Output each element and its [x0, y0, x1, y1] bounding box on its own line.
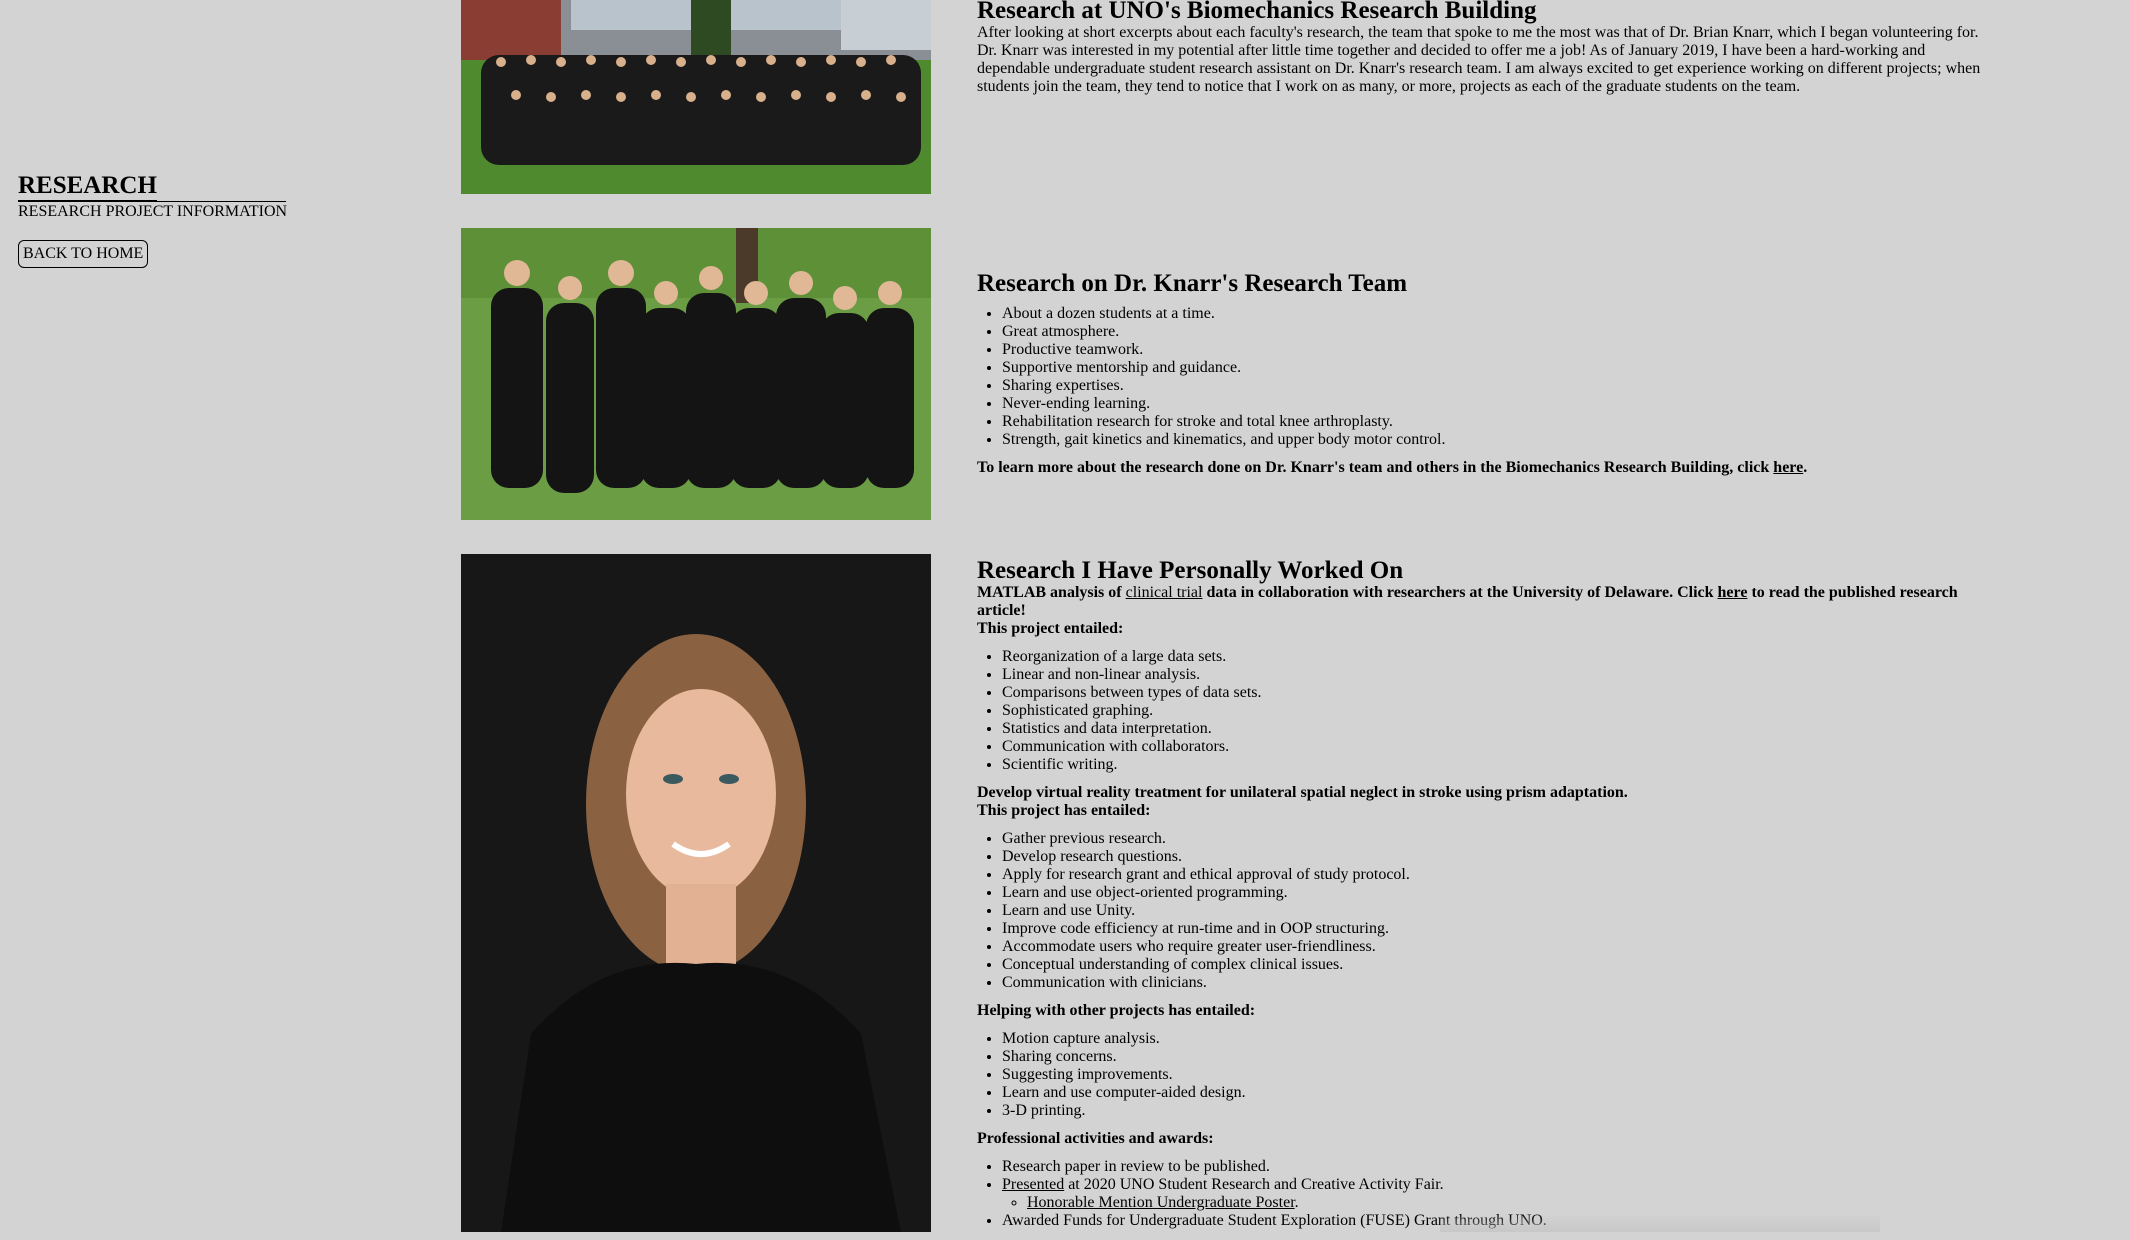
section-heading: Research at UNO's Biomechanics Research …	[977, 0, 1537, 24]
section-personal-research: Research I Have Personally Worked On MAT…	[977, 558, 1989, 1240]
list-item: Sophisticated graphing.	[1002, 702, 1989, 720]
list-item: Comparisons between types of data sets.	[1002, 684, 1989, 702]
list-item: Suggesting improvements.	[1002, 1066, 1989, 1084]
entailed-label: This project entailed:	[977, 620, 1124, 637]
honorable-mention-suffix: .	[1294, 1194, 1299, 1211]
list-item: Develop research questions.	[1002, 848, 1989, 866]
list-item: Gather previous research.	[1002, 830, 1989, 848]
entailed-label: This project has entailed:	[977, 802, 1151, 819]
list-item: Learn and use Unity.	[1002, 902, 1989, 920]
matlab-prefix: MATLAB analysis of	[977, 584, 1126, 601]
list-item: Honorable Mention Undergraduate Poster.	[1027, 1194, 1989, 1212]
list-item: Reorganization of a large data sets.	[1002, 648, 1989, 666]
list-item: Never-ending learning.	[1002, 395, 1989, 413]
page-subtitle: RESEARCH PROJECT INFORMATION	[18, 203, 288, 220]
presented-suffix: at 2020 UNO Student Research and Creativ…	[1064, 1176, 1444, 1193]
honorable-mention-link[interactable]: Honorable Mention Undergraduate Poster	[1027, 1194, 1295, 1211]
list-item: Learn and use object-oriented programmin…	[1002, 884, 1989, 902]
learn-more-text: To learn more about the research done on…	[977, 459, 1989, 477]
group-photo-building-icon	[461, 0, 931, 194]
list-item: Improve code efficiency at run-time and …	[1002, 920, 1989, 938]
list-item: About a dozen students at a time.	[1002, 305, 1989, 323]
page-title: RESEARCH	[18, 172, 157, 201]
learn-more-prefix: To learn more about the research done on…	[977, 459, 1774, 476]
list-item: Research paper in review to be published…	[1002, 1158, 1989, 1176]
list-item: Presented at 2020 UNO Student Research a…	[1002, 1176, 1989, 1212]
team-photo	[461, 228, 931, 520]
other-task-list: Motion capture analysis. Sharing concern…	[977, 1030, 1989, 1120]
team-feature-list: About a dozen students at a time. Great …	[977, 305, 1989, 449]
matlab-middle: data in collaboration with researchers a…	[1202, 584, 1718, 601]
list-item: Motion capture analysis.	[1002, 1030, 1989, 1048]
clinical-trial-link[interactable]: clinical trial	[1126, 584, 1203, 601]
back-to-home-button[interactable]: BACK TO HOME	[18, 240, 149, 268]
section-uno-biomechanics: Research at UNO's Biomechanics Research …	[977, 0, 1989, 96]
list-item: Conceptual understanding of complex clin…	[1002, 956, 1989, 974]
presented-link[interactable]: Presented	[1002, 1176, 1064, 1193]
matlab-project-text: MATLAB analysis of clinical trial data i…	[977, 584, 1989, 620]
scroll-fade	[1440, 1214, 1880, 1232]
list-item: Communication with clinicians.	[1002, 974, 1989, 992]
award-sublist: Honorable Mention Undergraduate Poster.	[1002, 1194, 1989, 1212]
other-projects-label: Helping with other projects has entailed…	[977, 1002, 1256, 1019]
portrait-photo-icon	[461, 554, 931, 1232]
list-item: Productive teamwork.	[1002, 341, 1989, 359]
list-item: Learn and use computer-aided design.	[1002, 1084, 1989, 1102]
matlab-task-list: Reorganization of a large data sets. Lin…	[977, 648, 1989, 774]
list-item: Great atmosphere.	[1002, 323, 1989, 341]
list-item: Rehabilitation research for stroke and t…	[1002, 413, 1989, 431]
list-item: Accommodate users who require greater us…	[1002, 938, 1989, 956]
section-heading: Research I Have Personally Worked On	[977, 557, 1404, 584]
list-item: Sharing expertises.	[1002, 377, 1989, 395]
sidebar: RESEARCH RESEARCH PROJECT INFORMATION BA…	[18, 172, 288, 268]
published-article-link[interactable]: here	[1718, 584, 1748, 601]
list-item: Supportive mentorship and guidance.	[1002, 359, 1989, 377]
list-item: Strength, gait kinetics and kinematics, …	[1002, 431, 1989, 449]
team-photo-icon	[461, 228, 931, 520]
section-knarr-team: Research on Dr. Knarr's Research Team Ab…	[977, 271, 1989, 477]
vr-task-list: Gather previous research. Develop resear…	[977, 830, 1989, 992]
list-item: Sharing concerns.	[1002, 1048, 1989, 1066]
professional-activities-label: Professional activities and awards:	[977, 1130, 1214, 1147]
learn-more-link[interactable]: here	[1773, 459, 1803, 476]
list-item: Statistics and data interpretation.	[1002, 720, 1989, 738]
vr-project-title: Develop virtual reality treatment for un…	[977, 784, 1628, 801]
portrait-photo	[461, 554, 931, 1232]
list-item: Communication with collaborators.	[1002, 738, 1989, 756]
list-item: Linear and non-linear analysis.	[1002, 666, 1989, 684]
section-heading: Research on Dr. Knarr's Research Team	[977, 270, 1408, 297]
list-item: 3-D printing.	[1002, 1102, 1989, 1120]
list-item: Scientific writing.	[1002, 756, 1989, 774]
learn-more-suffix: .	[1803, 459, 1808, 476]
list-item: Apply for research grant and ethical app…	[1002, 866, 1989, 884]
title-underline	[18, 201, 286, 202]
section-body: After looking at short excerpts about ea…	[977, 24, 1981, 95]
group-photo-building	[461, 0, 931, 194]
